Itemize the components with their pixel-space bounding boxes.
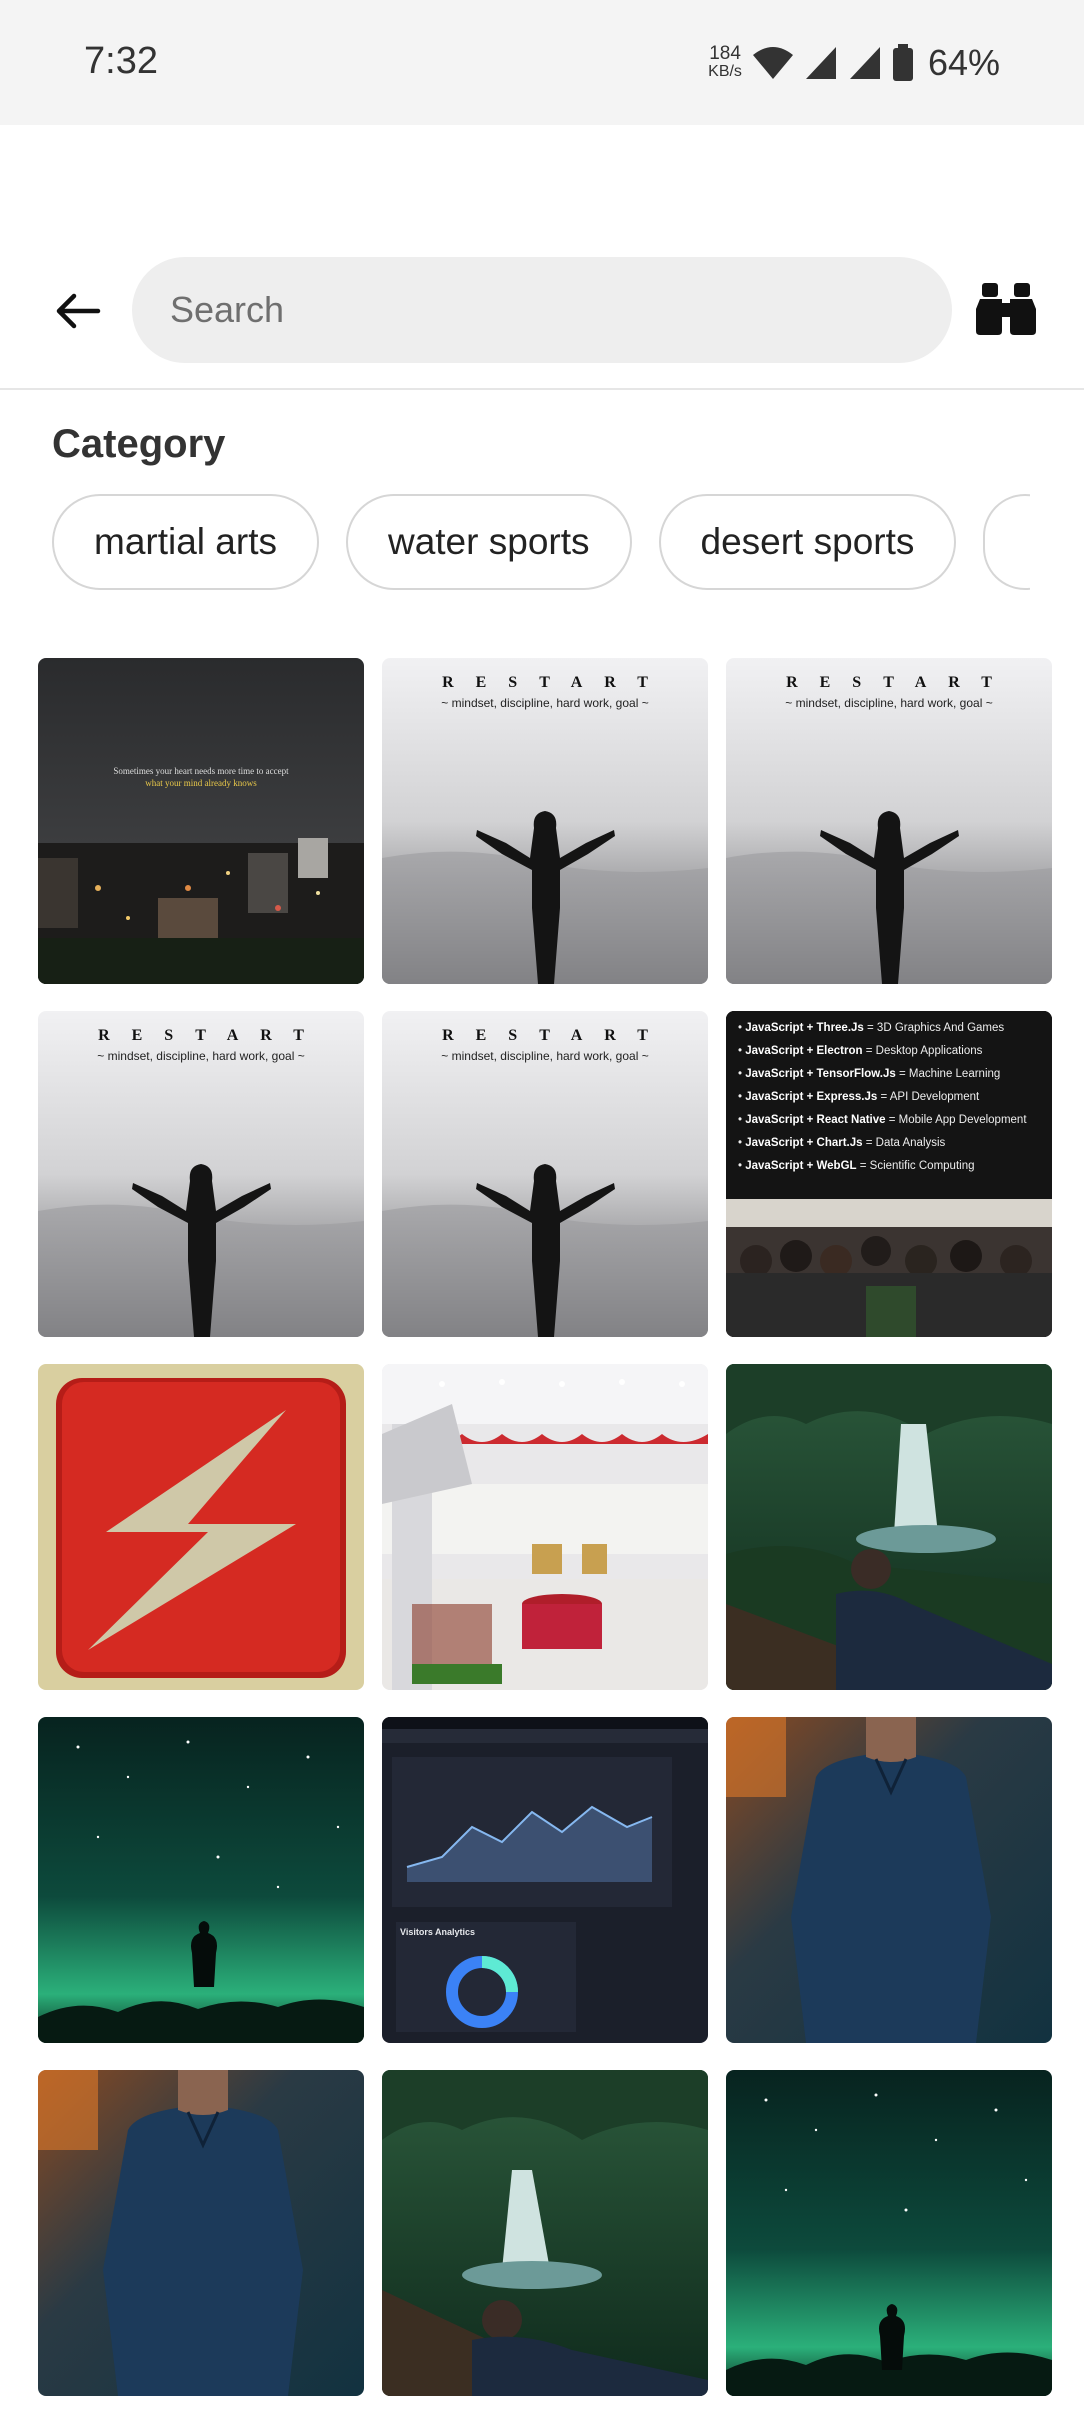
grid-image-dashboard[interactable]: Visitors Analytics xyxy=(382,1717,708,2043)
restart-title: RESTART xyxy=(442,1027,670,1044)
javascript-list: JavaScript + Three.Js = 3D Graphics And … xyxy=(738,1017,1048,1178)
city-quote-line1: Sometimes your heart needs more time to … xyxy=(113,766,289,776)
divider xyxy=(0,388,1084,390)
battery-icon xyxy=(892,44,913,81)
js-line: JavaScript + TensorFlow.Js = Machine Lea… xyxy=(738,1063,1048,1086)
grid-image-javascript-list[interactable]: JavaScript + Three.Js = 3D Graphics And … xyxy=(726,1011,1052,1337)
category-title: Category xyxy=(52,422,226,466)
grid-image-night-city[interactable]: Sometimes your heart needs more time to … xyxy=(38,658,364,984)
arrow-left-icon[interactable] xyxy=(52,285,104,337)
grid-image-man-portrait[interactable] xyxy=(38,2070,364,2396)
grid-image-starry-night[interactable] xyxy=(38,1717,364,2043)
network-speed-value: 184 xyxy=(709,43,741,64)
dashboard-title: Visitors Analytics xyxy=(400,1927,476,1937)
grid-image-banquet-hall[interactable] xyxy=(382,1364,708,1690)
grid-image-lightning-logo[interactable] xyxy=(38,1364,364,1690)
restart-subtitle: ~ mindset, discipline, hard work, goal ~ xyxy=(97,1049,305,1063)
restart-title: RESTART xyxy=(442,674,670,691)
grid-image-starry-night[interactable] xyxy=(726,2070,1052,2396)
restart-subtitle: ~ mindset, discipline, hard work, goal ~ xyxy=(785,696,993,710)
status-icons: 184 KB/s 64% xyxy=(708,38,1000,88)
chip-more[interactable] xyxy=(983,494,1030,590)
signal-icon xyxy=(849,47,880,79)
js-line: JavaScript + Electron = Desktop Applicat… xyxy=(738,1040,1048,1063)
search-input[interactable] xyxy=(132,257,952,363)
binoculars-icon[interactable] xyxy=(976,281,1036,337)
status-bar: 7:32 184 KB/s 64% xyxy=(0,0,1084,125)
category-chips: martial arts water sports desert sports xyxy=(52,494,1030,594)
js-line: JavaScript + Express.Js = API Developmen… xyxy=(738,1086,1048,1109)
search-bar-row xyxy=(0,255,1084,365)
image-grid: Sometimes your heart needs more time to … xyxy=(38,658,1054,2396)
restart-subtitle: ~ mindset, discipline, hard work, goal ~ xyxy=(441,1049,649,1063)
network-speed-unit: KB/s xyxy=(708,63,742,80)
restart-subtitle: ~ mindset, discipline, hard work, goal ~ xyxy=(441,696,649,710)
wifi-icon xyxy=(752,47,793,79)
grid-image-restart[interactable]: RESTART ~ mindset, discipline, hard work… xyxy=(726,658,1052,984)
chip-desert-sports[interactable]: desert sports xyxy=(658,494,957,590)
chip-water-sports[interactable]: water sports xyxy=(345,494,632,590)
grid-image-restart[interactable]: RESTART ~ mindset, discipline, hard work… xyxy=(382,1011,708,1337)
js-line: JavaScript + WebGL = Scientific Computin… xyxy=(738,1155,1048,1178)
battery-percent: 64% xyxy=(927,42,1000,83)
chip-martial-arts[interactable]: martial arts xyxy=(52,494,319,590)
js-line: JavaScript + React Native = Mobile App D… xyxy=(738,1109,1048,1132)
js-line: JavaScript + Three.Js = 3D Graphics And … xyxy=(738,1017,1048,1040)
signal-icon xyxy=(805,47,836,79)
city-quote-line2: what your mind already knows xyxy=(145,778,257,788)
grid-image-restart[interactable]: RESTART ~ mindset, discipline, hard work… xyxy=(382,658,708,984)
restart-title: RESTART xyxy=(786,674,1014,691)
grid-image-man-portrait[interactable] xyxy=(726,1717,1052,2043)
grid-image-waterfall-man[interactable] xyxy=(382,2070,708,2396)
grid-image-waterfall-man[interactable] xyxy=(726,1364,1052,1690)
js-line: JavaScript + Chart.Js = Data Analysis xyxy=(738,1132,1048,1155)
restart-title: RESTART xyxy=(98,1027,326,1044)
grid-image-restart[interactable]: RESTART ~ mindset, discipline, hard work… xyxy=(38,1011,364,1337)
status-time: 7:32 xyxy=(84,40,158,82)
network-speed: 184 KB/s xyxy=(708,43,742,81)
